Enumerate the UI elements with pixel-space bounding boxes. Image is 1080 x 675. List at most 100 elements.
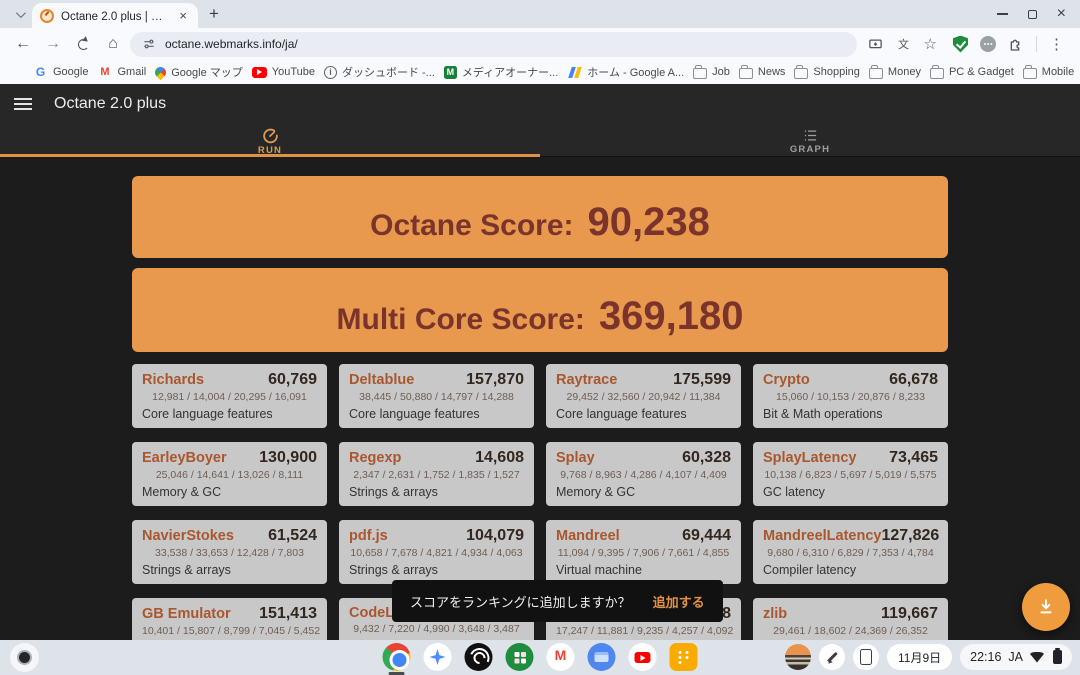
benchmark-card[interactable]: Regexp 14,608 2,347 / 2,631 / 1,752 / 1,… [339, 442, 534, 506]
benchmark-category: Bit & Math operations [763, 407, 938, 421]
benchmark-score: 127,826 [881, 527, 939, 545]
benchmark-card[interactable]: SplayLatency 73,465 10,138 / 6,823 / 5,6… [753, 442, 948, 506]
bookmark-item[interactable]: PC & Gadget [930, 66, 1014, 79]
site-settings-icon[interactable] [142, 37, 156, 51]
maximize-button[interactable] [1028, 10, 1037, 19]
address-bar[interactable]: octane.webmarks.info/ja/ [130, 32, 857, 57]
tab-search-button[interactable] [8, 3, 30, 25]
benchmark-name: Raytrace [556, 372, 617, 388]
benchmark-card[interactable]: Crypto 66,678 15,060 / 10,153 / 20,876 /… [753, 364, 948, 428]
benchmark-subscores: 25,046 / 14,641 / 13,026 / 8,111 [142, 469, 317, 481]
launcher-button[interactable] [10, 643, 39, 672]
browser-tab-active[interactable]: Octane 2.0 plus | オンライン × [32, 3, 198, 28]
shelf-app-icon[interactable] [629, 643, 657, 671]
shelf-app-icon[interactable] [547, 643, 575, 671]
bookmark-item[interactable]: ホーム - Google A... [567, 64, 684, 80]
download-fab[interactable] [1022, 583, 1070, 631]
multicore-score-value: 369,180 [599, 294, 744, 339]
adblock-shield-icon[interactable] [953, 36, 968, 53]
bookmark-item[interactable]: YouTube [252, 66, 315, 78]
benchmark-card[interactable]: NavierStokes 61,524 33,538 / 33,653 / 12… [132, 520, 327, 584]
benchmark-card[interactable]: Deltablue 157,870 38,445 / 50,880 / 14,7… [339, 364, 534, 428]
shelf-app-icon[interactable] [424, 643, 452, 671]
browser-menu-icon[interactable]: ⋮ [1049, 35, 1064, 53]
benchmark-subscores: 9,680 / 6,310 / 6,829 / 7,353 / 4,784 [763, 547, 938, 559]
stylus-tools-button[interactable] [819, 644, 845, 670]
status-area[interactable]: 22:16 JA [960, 644, 1072, 670]
reload-button[interactable] [70, 31, 96, 57]
benchmark-category: GC latency [763, 485, 938, 499]
bookmark-label: Money [888, 66, 921, 78]
home-button[interactable]: ⌂ [100, 31, 126, 57]
benchmark-card[interactable]: GB Emulator 151,413 10,401 / 15,807 / 8,… [132, 598, 327, 640]
benchmark-card[interactable]: EarleyBoyer 130,900 25,046 / 14,641 / 13… [132, 442, 327, 506]
tab-run[interactable]: RUN [0, 124, 540, 156]
bookmark-label: Shopping [813, 66, 860, 78]
benchmark-subscores: 2,347 / 2,631 / 1,752 / 1,835 / 1,527 [349, 469, 524, 481]
tab-graph[interactable]: GRAPH [540, 124, 1080, 156]
benchmark-card[interactable]: Raytrace 175,599 29,452 / 32,560 / 20,94… [546, 364, 741, 428]
bookmark-favicon-icon [930, 68, 944, 79]
bookmark-item[interactable]: Gmail [97, 65, 146, 80]
benchmark-card[interactable]: zlib 119,667 29,461 / 18,602 / 24,369 / … [753, 598, 948, 640]
octane-app-header: Octane 2.0 plus [0, 84, 1080, 124]
chat-extension-icon[interactable] [980, 36, 996, 52]
bookmark-item[interactable]: Google [33, 65, 88, 80]
hamburger-menu-icon[interactable] [14, 98, 32, 110]
benchmark-score: 104,079 [466, 527, 524, 545]
benchmark-subscores: 17,247 / 11,881 / 9,235 / 4,257 / 4,092 [556, 625, 731, 637]
shelf-app-icon[interactable] [383, 643, 411, 671]
bookmark-item[interactable]: Shopping [794, 66, 860, 79]
bookmark-item[interactable]: News [739, 66, 786, 79]
browser-toolbar: ← → ⌂ octane.webmarks.info/ja/ 文 ☆ ⋮ [0, 28, 1080, 60]
shelf-app-icon[interactable] [465, 643, 493, 671]
benchmark-subscores: 29,452 / 32,560 / 20,942 / 11,384 [556, 391, 731, 403]
bookmark-item[interactable]: Money [869, 66, 921, 79]
shelf-app-icon[interactable] [506, 643, 534, 671]
close-window-button[interactable]: × [1057, 6, 1066, 22]
toast-message: スコアをランキングに追加しますか？ [410, 592, 631, 611]
benchmark-name: EarleyBoyer [142, 450, 227, 466]
toast-add-button[interactable]: 追加する [653, 592, 705, 611]
new-tab-button[interactable]: + [202, 2, 226, 26]
benchmark-card[interactable]: Mandreel 69,444 11,094 / 9,395 / 7,906 /… [546, 520, 741, 584]
shelf-app-icon[interactable] [588, 643, 616, 671]
shelf-app-icon[interactable] [670, 643, 698, 671]
benchmark-card[interactable]: Richards 60,769 12,981 / 14,004 / 20,295… [132, 364, 327, 428]
system-tray: 11月9日 22:16 JA [785, 644, 1072, 670]
url-text: octane.webmarks.info/ja/ [165, 37, 298, 51]
date-pill[interactable]: 11月9日 [887, 644, 952, 670]
bookmark-favicon-icon [794, 68, 808, 79]
back-button[interactable]: ← [10, 31, 36, 57]
translate-icon[interactable]: 文 [896, 36, 912, 52]
bookmark-favicon-icon [444, 66, 457, 79]
extensions-puzzle-icon[interactable] [1008, 36, 1024, 52]
phone-hub-button[interactable] [853, 644, 879, 670]
cast-screen-icon[interactable] [867, 37, 884, 52]
toolbar-divider [1036, 36, 1037, 52]
bookmark-star-icon[interactable]: ☆ [924, 35, 937, 53]
battery-icon [1053, 650, 1062, 664]
bookmark-item[interactable]: Job [693, 66, 730, 79]
benchmark-category: Virtual machine [556, 563, 731, 577]
speedometer-icon [262, 127, 279, 144]
tab-title: Octane 2.0 plus | オンライン [61, 8, 169, 24]
octane-tab-bar: RUN GRAPH [0, 124, 1080, 157]
benchmark-card[interactable]: MandreelLatency 127,826 9,680 / 6,310 / … [753, 520, 948, 584]
bookmark-item[interactable]: Mobile [1023, 66, 1074, 79]
avatar[interactable] [785, 644, 811, 670]
forward-button[interactable]: → [40, 31, 66, 57]
benchmark-subscores: 9,432 / 7,220 / 4,990 / 3,648 / 3,487 [349, 623, 524, 635]
bookmark-item[interactable]: メディアオーナー... [444, 64, 558, 80]
bookmark-item[interactable]: Google マップ [155, 64, 243, 80]
bookmark-item[interactable]: ダッシュボード -... [324, 64, 435, 80]
benchmark-name: Deltablue [349, 372, 414, 388]
bookmark-label: PC & Gadget [949, 66, 1014, 78]
benchmark-card[interactable]: pdf.js 104,079 10,658 / 7,678 / 4,821 / … [339, 520, 534, 584]
tab-close-icon[interactable]: × [176, 8, 190, 23]
benchmark-name: zlib [763, 606, 787, 622]
bookmark-favicon-icon [324, 66, 337, 79]
benchmark-card[interactable]: Splay 60,328 9,768 / 8,963 / 4,286 / 4,1… [546, 442, 741, 506]
benchmark-subscores: 12,981 / 14,004 / 20,295 / 16,091 [142, 391, 317, 403]
minimize-button[interactable] [997, 13, 1008, 15]
